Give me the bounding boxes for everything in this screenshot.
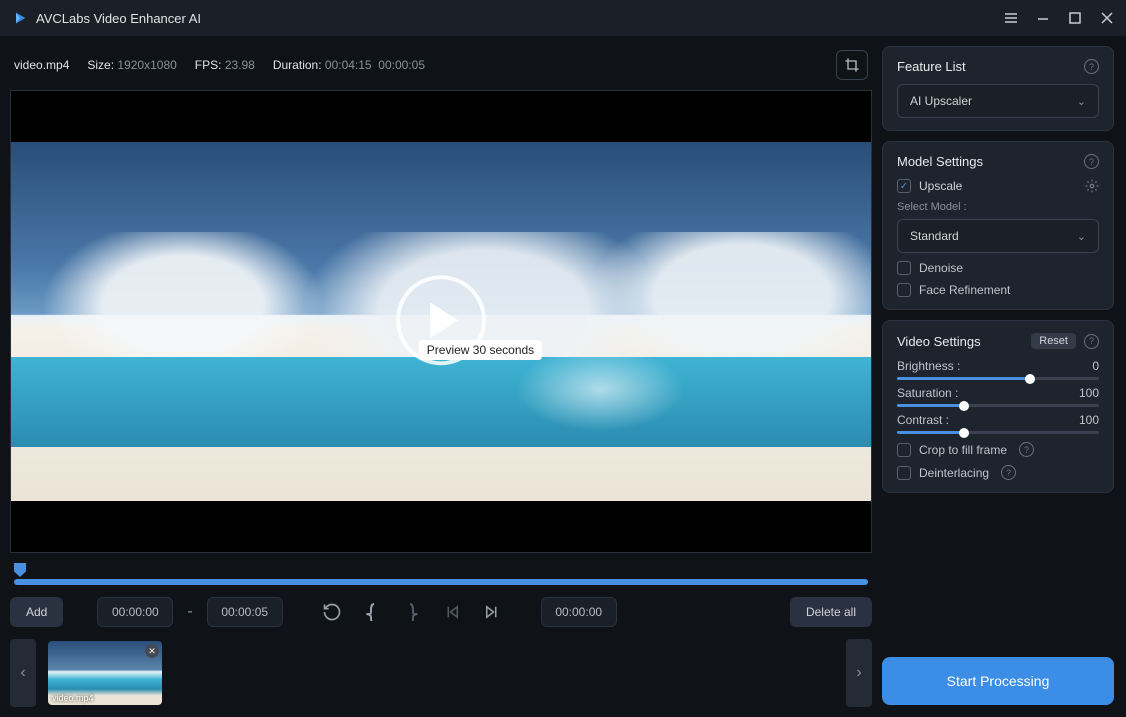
app-title: AVCLabs Video Enhancer AI [36, 11, 201, 26]
crop-help-icon[interactable]: ? [1019, 442, 1034, 457]
menu-button[interactable] [1004, 11, 1018, 25]
thumbnail-label: video.mp4 [52, 693, 94, 703]
start-processing-button[interactable]: Start Processing [882, 657, 1114, 705]
titlebar: AVCLabs Video Enhancer AI [0, 0, 1126, 36]
out-time-input[interactable] [207, 597, 283, 627]
loop-icon[interactable] [317, 597, 347, 627]
time-separator: - [183, 603, 196, 621]
video-settings-panel: Video Settings Reset ? Brightness : 0 Sat… [882, 320, 1114, 493]
feature-help-icon[interactable]: ? [1084, 59, 1099, 74]
model-selected: Standard [910, 229, 959, 243]
model-settings-panel: Model Settings ? Upscale Select Model : … [882, 141, 1114, 310]
next-frame-icon[interactable] [477, 597, 507, 627]
select-model-label: Select Model : [897, 201, 1099, 213]
crop-fill-label: Crop to fill frame [919, 443, 1007, 457]
main-column: video.mp4 Size: 1920x1080 FPS: 23.98 Dur… [0, 36, 882, 717]
crop-button[interactable] [836, 50, 868, 80]
deinterlace-label: Deinterlacing [919, 466, 989, 480]
crop-fill-row[interactable]: Crop to fill frame ? [897, 442, 1099, 457]
settings-column: Feature List ? AI Upscaler ⌄ Model Setti… [882, 36, 1126, 717]
saturation-slider[interactable] [897, 404, 1099, 407]
face-refinement-label: Face Refinement [919, 283, 1010, 297]
playback-controls: Add - Delete all [10, 597, 872, 627]
reset-button[interactable]: Reset [1031, 333, 1076, 349]
denoise-label: Denoise [919, 261, 963, 275]
prev-frame-icon[interactable] [437, 597, 467, 627]
crop-fill-checkbox[interactable] [897, 443, 911, 457]
bracket-out-icon[interactable] [397, 597, 427, 627]
upscale-gear-icon[interactable] [1085, 179, 1099, 193]
fps-value: 23.98 [225, 58, 255, 72]
contrast-label: Contrast : [897, 413, 949, 427]
denoise-row[interactable]: Denoise [897, 261, 1099, 275]
thumbs-prev-button[interactable]: ‹ [10, 639, 36, 707]
model-help-icon[interactable]: ? [1084, 154, 1099, 169]
fps-label: FPS: [195, 58, 222, 72]
saturation-value: 100 [1079, 386, 1099, 400]
preview-tooltip: Preview 30 seconds [419, 340, 542, 360]
chevron-down-icon: ⌄ [1077, 230, 1086, 243]
feature-list-title: Feature List [897, 59, 966, 74]
upscale-label: Upscale [919, 179, 962, 193]
deinterlace-checkbox[interactable] [897, 466, 911, 480]
deinterlace-row[interactable]: Deinterlacing ? [897, 465, 1099, 480]
video-preview[interactable]: Preview 30 seconds [10, 90, 872, 553]
feature-selected: AI Upscaler [910, 94, 972, 108]
current-time-input[interactable] [541, 597, 617, 627]
file-name: video.mp4 [14, 58, 69, 72]
video-help-icon[interactable]: ? [1084, 334, 1099, 349]
denoise-checkbox[interactable] [897, 261, 911, 275]
thumbs-next-button[interactable]: › [846, 639, 872, 707]
feature-list-panel: Feature List ? AI Upscaler ⌄ [882, 46, 1114, 131]
timestamp-value: 00:00:05 [378, 58, 425, 72]
duration-label: Duration: [273, 58, 322, 72]
thumbnail-item[interactable]: ✕ video.mp4 [48, 641, 162, 705]
chevron-down-icon: ⌄ [1077, 95, 1086, 108]
brightness-value: 0 [1092, 359, 1099, 373]
delete-all-button[interactable]: Delete all [790, 597, 872, 627]
minimize-button[interactable] [1036, 11, 1050, 25]
bracket-in-icon[interactable] [357, 597, 387, 627]
upscale-checkbox[interactable] [897, 179, 911, 193]
file-info-bar: video.mp4 Size: 1920x1080 FPS: 23.98 Dur… [10, 46, 872, 90]
thumbnail-close-icon[interactable]: ✕ [145, 644, 159, 658]
saturation-label: Saturation : [897, 386, 958, 400]
brightness-slider[interactable] [897, 377, 1099, 380]
thumbnails-row: ‹ ✕ video.mp4 › [10, 639, 872, 707]
play-icon [430, 302, 458, 338]
model-settings-title: Model Settings [897, 154, 983, 169]
size-value: 1920x1080 [117, 58, 176, 72]
video-settings-title: Video Settings [897, 334, 981, 349]
timeline [10, 553, 872, 585]
timeline-track[interactable] [14, 579, 868, 585]
deinterlace-help-icon[interactable]: ? [1001, 465, 1016, 480]
face-refinement-checkbox[interactable] [897, 283, 911, 297]
app-logo-icon [12, 10, 28, 26]
model-dropdown[interactable]: Standard ⌄ [897, 219, 1099, 253]
duration-value: 00:04:15 [325, 58, 372, 72]
maximize-button[interactable] [1068, 11, 1082, 25]
close-button[interactable] [1100, 11, 1114, 25]
timeline-marker[interactable] [14, 563, 26, 577]
contrast-value: 100 [1079, 413, 1099, 427]
add-button[interactable]: Add [10, 597, 63, 627]
feature-dropdown[interactable]: AI Upscaler ⌄ [897, 84, 1099, 118]
size-label: Size: [87, 58, 114, 72]
face-refinement-row[interactable]: Face Refinement [897, 283, 1099, 297]
brightness-label: Brightness : [897, 359, 960, 373]
in-time-input[interactable] [97, 597, 173, 627]
contrast-slider[interactable] [897, 431, 1099, 434]
